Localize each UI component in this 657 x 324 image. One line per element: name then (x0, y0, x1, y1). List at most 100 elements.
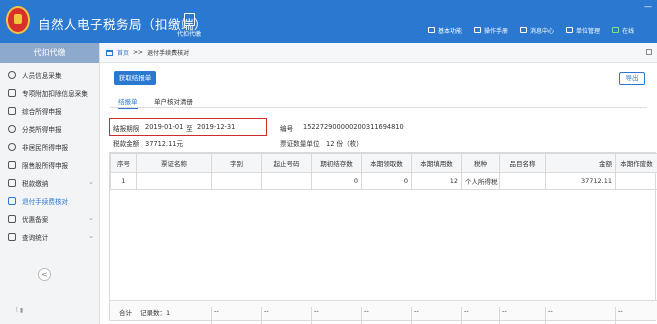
sidebar-title: 代扣代缴 (0, 43, 99, 63)
chevron-down-icon: ⌄ (88, 178, 94, 186)
tax-bureau-logo (6, 6, 30, 34)
sidebar-item-label: 税款缴纳 (22, 180, 49, 188)
sidebar-item-nonresident-income[interactable]: 非居民所得申报 (0, 138, 99, 156)
column-header[interactable]: 金额 (545, 153, 616, 173)
column-header[interactable]: 票证名称 (136, 153, 212, 173)
tab-single-check-list[interactable]: 单户核对清册 (154, 96, 193, 106)
search-icon (8, 233, 16, 241)
link-label: 在线 (622, 27, 635, 35)
amount-label: 税款金额 (113, 140, 140, 148)
building-icon (566, 27, 574, 33)
period-end: 2019-12-31 (197, 123, 236, 131)
cell-received: 0 (361, 172, 412, 190)
footer-dash: -- (618, 307, 623, 315)
code-value: 152272900000200311694810 (303, 123, 404, 131)
link-online[interactable]: 在线 (612, 25, 634, 35)
user-icon (8, 143, 16, 151)
link-label: 单位管理 (576, 27, 601, 35)
footer-dash: -- (364, 307, 369, 315)
person-icon (8, 71, 16, 79)
module-label: 代扣代缴 (176, 31, 201, 38)
table-row[interactable]: 1 0 0 12 个人所得税 37712.11 (110, 172, 657, 190)
footer-dash: -- (264, 307, 269, 315)
footer-dash: -- (314, 307, 319, 315)
sidebar-item-fee-check[interactable]: 退付手续费核对 (0, 192, 99, 210)
sidebar-item-tax-payment[interactable]: 税款缴纳 ⌄ (0, 174, 99, 192)
cell-item-name (499, 172, 546, 190)
window-restore-icon[interactable] (646, 49, 652, 55)
sidebar-item-label: 综合所得申报 (22, 108, 62, 116)
sidebar-item-label: 查询统计 (22, 234, 49, 242)
sidebar-item-label: 非居民所得申报 (22, 144, 69, 152)
sidebar-item-label: 人员信息采集 (22, 72, 62, 80)
layers-icon (8, 107, 16, 115)
chevron-down-icon: ⌄ (88, 232, 94, 240)
document-icon (183, 13, 195, 26)
column-header[interactable]: 序号 (110, 153, 137, 173)
footer-divider (615, 307, 616, 324)
book-icon (474, 27, 482, 33)
breadcrumb-home[interactable]: 首页 (117, 48, 129, 57)
sidebar-item-preferential-filing[interactable]: 优惠备案 ⌄ (0, 210, 99, 228)
column-header[interactable]: 字别 (211, 153, 262, 173)
sidebar-item-label: 专项附加扣除信息采集 (22, 90, 88, 98)
cell-tax-type: 个人所得税 (461, 172, 500, 190)
sidebar-item-special-deduction[interactable]: 专项附加扣除信息采集 (0, 84, 99, 102)
folder-icon (8, 179, 16, 187)
breadcrumb-separator: >> (133, 49, 144, 56)
footer-dash: -- (214, 307, 219, 315)
tab-bar: 结报单 单户核对清册 (110, 94, 647, 109)
amount-value: 37712.11元 (145, 140, 184, 148)
top-header: 自然人电子税务局（扣缴端） 代扣代缴 基本功能 操作手册 消息中心 单位管理 在… (0, 0, 657, 43)
file-icon (8, 215, 16, 223)
cell-used: 12 (411, 172, 462, 190)
footer-divider (211, 307, 212, 324)
clock-icon (8, 125, 16, 133)
link-message-center[interactable]: 消息中心 (520, 25, 554, 35)
column-header[interactable]: 期初结存数 (311, 153, 362, 173)
export-button[interactable]: 导出 (619, 72, 645, 85)
sidebar: 代扣代缴 人员信息采集 专项附加扣除信息采集 综合所得申报 分类所得申报 非居民… (0, 43, 100, 324)
column-header[interactable]: 品目名称 (499, 153, 546, 173)
sidebar-collapse-button[interactable]: < (38, 268, 51, 281)
column-header[interactable]: 本期作废数 (615, 153, 657, 173)
sidebar-item-label: 限售股所得申报 (22, 162, 69, 170)
chevron-down-icon: ⌄ (88, 214, 94, 222)
column-header[interactable]: 本期领取数 (361, 153, 412, 173)
footer-dash: -- (464, 307, 469, 315)
footer-divider (361, 307, 362, 324)
sidebar-item-person-info[interactable]: 人员信息采集 (0, 66, 99, 84)
voucher-count-label: 票证数量单位 (280, 140, 320, 148)
cell-voided (615, 172, 657, 190)
voucher-count-value: 12 份（枚） (326, 140, 363, 148)
top-links: 基本功能 操作手册 消息中心 单位管理 在线 (428, 25, 634, 35)
column-header[interactable]: 本期填用数 (411, 153, 462, 173)
link-manual[interactable]: 操作手册 (474, 25, 508, 35)
minimize-button[interactable]: — (644, 2, 652, 11)
link-unit-management[interactable]: 单位管理 (566, 25, 600, 35)
breadcrumb: 首页 >> 退付手续费核对 (100, 43, 657, 63)
footer-dash: -- (414, 307, 419, 315)
link-basic-functions[interactable]: 基本功能 (428, 25, 462, 35)
footer-divider (461, 307, 462, 324)
footer-record-count: 记录数：1 (140, 309, 171, 317)
footer-total-label: 合计 (119, 309, 132, 317)
link-label: 消息中心 (530, 27, 555, 35)
column-header[interactable]: 税种 (461, 153, 500, 173)
tab-settlement[interactable]: 结报单 (118, 96, 138, 109)
sidebar-item-comprehensive-income[interactable]: 综合所得申报 (0, 102, 99, 120)
settlement-table: 序号 票证名称 字别 起止号码 期初结存数 本期领取数 本期填用数 税种 品目名… (109, 152, 657, 324)
period-label: 结报期限 (113, 125, 140, 133)
sidebar-item-classified-income[interactable]: 分类所得申报 (0, 120, 99, 138)
period-start: 2019-01-01 (145, 123, 184, 131)
sidebar-item-label: 退付手续费核对 (22, 198, 69, 206)
footer-dash: -- (502, 307, 507, 315)
table-footer: 合计 记录数：1 -- -- -- -- -- -- -- -- -- (110, 300, 657, 324)
sidebar-item-restricted-stock[interactable]: 限售股所得申报 (0, 156, 99, 174)
sidebar-item-query-stats[interactable]: 查询统计 ⌄ (0, 228, 99, 246)
period-to: 至 (186, 125, 193, 133)
column-header[interactable]: 起止号码 (261, 153, 312, 173)
get-settlement-button[interactable]: 获取结报单 (114, 71, 156, 85)
sidebar-item-label: 分类所得申报 (22, 126, 62, 134)
module-withholding[interactable]: 代扣代缴 (174, 13, 204, 38)
